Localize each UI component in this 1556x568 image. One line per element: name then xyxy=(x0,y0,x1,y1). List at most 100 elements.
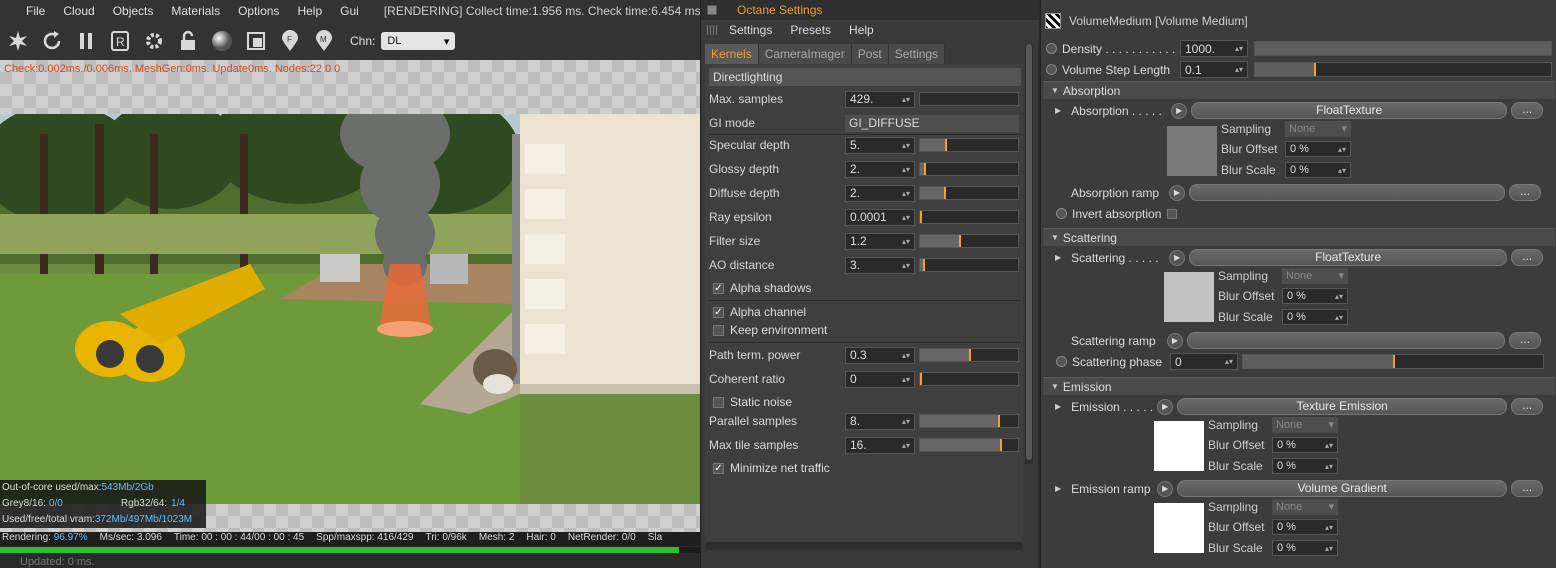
absorption-texture-button[interactable]: FloatTexture xyxy=(1191,102,1508,119)
animate-radio[interactable] xyxy=(1056,356,1067,367)
density-input[interactable]: 1000. ▴▾ xyxy=(1180,40,1248,57)
static-noise-checkbox[interactable]: Static noise xyxy=(713,395,792,409)
texture-menu-icon[interactable]: ▶ xyxy=(1157,398,1174,415)
max-tile-slider[interactable] xyxy=(919,438,1019,452)
specular-depth-input[interactable]: 5. ▴▾ xyxy=(845,136,915,154)
density-slider[interactable] xyxy=(1254,41,1552,56)
stepper-icon[interactable]: ▴▾ xyxy=(1325,544,1333,553)
stepper-icon[interactable]: ▴▾ xyxy=(1338,166,1346,175)
lock-icon[interactable] xyxy=(174,27,202,55)
max-samples-slider[interactable] xyxy=(919,92,1019,106)
blur-offset-input[interactable]: 0 % ▴▾ xyxy=(1285,141,1351,157)
sampling-select[interactable]: None ▾ xyxy=(1285,121,1351,137)
ray-epsilon-slider[interactable] xyxy=(919,210,1019,224)
blur-offset-input[interactable]: 0 % ▴▾ xyxy=(1282,288,1348,304)
stepper-icon[interactable]: ▴▾ xyxy=(902,351,910,360)
glossy-depth-input[interactable]: 2. ▴▾ xyxy=(845,160,915,178)
stepper-icon[interactable]: ▴▾ xyxy=(1335,292,1343,301)
diffuse-depth-slider[interactable] xyxy=(919,186,1019,200)
alpha-channel-checkbox[interactable]: ✓ Alpha channel xyxy=(713,305,806,319)
tab-kernels[interactable]: Kernels xyxy=(705,44,759,64)
ao-distance-input[interactable]: 3. ▴▾ xyxy=(845,256,915,274)
stepper-icon[interactable]: ▴▾ xyxy=(902,237,910,246)
emission-group-header[interactable]: ▼ Emission xyxy=(1043,377,1555,395)
stepper-icon[interactable]: ▴▾ xyxy=(902,189,910,198)
stepper-icon[interactable]: ▴▾ xyxy=(902,165,910,174)
specular-depth-slider[interactable] xyxy=(919,138,1019,152)
filter-size-input[interactable]: 1.2 ▴▾ xyxy=(845,232,915,250)
channel-select[interactable]: DL ▾ xyxy=(381,32,456,50)
absorption-ramp-button[interactable] xyxy=(1189,184,1505,201)
menu-options[interactable]: Options xyxy=(229,0,288,22)
animate-radio[interactable] xyxy=(1046,43,1057,54)
menu-help[interactable]: Help xyxy=(288,0,331,22)
material-pick-icon[interactable]: M xyxy=(310,27,338,55)
emission-ramp-button[interactable]: Volume Gradient xyxy=(1177,480,1508,497)
stepper-icon[interactable]: ▴▾ xyxy=(902,141,910,150)
stepper-icon[interactable]: ▴▾ xyxy=(1335,313,1343,322)
tab-cameraimager[interactable]: CameraImager xyxy=(758,44,852,64)
coherent-ratio-input[interactable]: 0 ▴▾ xyxy=(845,370,915,388)
expand-triangle-icon[interactable]: ▶ xyxy=(1055,253,1061,262)
octane-menu-presets[interactable]: Presets xyxy=(790,23,831,37)
scattering-ramp-more-button[interactable]: ... xyxy=(1509,332,1541,349)
stepper-icon[interactable]: ▴▾ xyxy=(1225,357,1233,366)
window-close-icon[interactable] xyxy=(707,5,717,15)
menu-gui[interactable]: Gui xyxy=(331,0,368,22)
diffuse-depth-input[interactable]: 2. ▴▾ xyxy=(845,184,915,202)
scattering-texture-button[interactable]: FloatTexture xyxy=(1189,249,1508,266)
menu-objects[interactable]: Objects xyxy=(104,0,163,22)
menu-materials[interactable]: Materials xyxy=(162,0,229,22)
glossy-depth-slider[interactable] xyxy=(919,162,1019,176)
absorption-swatch[interactable] xyxy=(1167,126,1217,176)
blur-scale-input[interactable]: 0 % ▴▾ xyxy=(1272,458,1338,474)
octane-logo-icon[interactable] xyxy=(4,27,32,55)
animate-radio[interactable] xyxy=(1046,64,1057,75)
settings-gear-icon[interactable] xyxy=(140,27,168,55)
blur-scale-input[interactable]: 0 % ▴▾ xyxy=(1282,309,1348,325)
gi-mode-select[interactable]: GI_DIFFUSE xyxy=(845,114,1019,132)
kernel-type-header[interactable]: Directlighting xyxy=(709,68,1021,86)
minimize-net-traffic-checkbox[interactable]: ✓ Minimize net traffic xyxy=(713,461,830,475)
stepper-icon[interactable]: ▴▾ xyxy=(1235,65,1243,74)
pause-icon[interactable] xyxy=(72,27,100,55)
keep-environment-checkbox[interactable]: Keep environment xyxy=(713,323,827,337)
alpha-shadows-checkbox[interactable]: ✓ Alpha shadows xyxy=(713,281,811,295)
max-tile-input[interactable]: 16. ▴▾ xyxy=(845,436,915,454)
texture-menu-icon[interactable]: ▶ xyxy=(1169,249,1186,266)
stepper-icon[interactable]: ▴▾ xyxy=(1338,145,1346,154)
region-icon[interactable]: R xyxy=(106,27,134,55)
sampling-select[interactable]: None ▾ xyxy=(1272,499,1338,515)
blur-scale-input[interactable]: 0 % ▴▾ xyxy=(1272,540,1338,556)
stepper-icon[interactable]: ▴▾ xyxy=(902,375,910,384)
scattering-ramp-button[interactable] xyxy=(1187,332,1505,349)
scattering-swatch[interactable] xyxy=(1164,272,1214,322)
sampling-select[interactable]: None ▾ xyxy=(1282,268,1348,284)
refresh-icon[interactable] xyxy=(38,27,66,55)
emission-more-button[interactable]: ... xyxy=(1511,398,1544,415)
stepper-icon[interactable]: ▴▾ xyxy=(1325,523,1333,532)
parallel-samples-slider[interactable] xyxy=(919,414,1019,428)
stepper-icon[interactable]: ▴▾ xyxy=(1235,44,1243,53)
parallel-samples-input[interactable]: 8. ▴▾ xyxy=(845,412,915,430)
volume-step-slider[interactable] xyxy=(1254,62,1552,77)
clay-mode-icon[interactable] xyxy=(242,27,270,55)
expand-triangle-icon[interactable]: ▶ xyxy=(1055,106,1061,115)
scattering-more-button[interactable]: ... xyxy=(1511,249,1544,266)
stepper-icon[interactable]: ▴▾ xyxy=(902,213,910,222)
animate-radio[interactable] xyxy=(1056,208,1067,219)
tab-settings[interactable]: Settings xyxy=(888,44,946,64)
max-samples-input[interactable]: 429. ▴▾ xyxy=(845,90,915,108)
octane-menu-help[interactable]: Help xyxy=(849,23,874,37)
sampling-select[interactable]: None ▾ xyxy=(1272,417,1338,433)
blur-scale-input[interactable]: 0 % ▴▾ xyxy=(1285,162,1351,178)
volume-step-input[interactable]: 0.1 ▴▾ xyxy=(1180,61,1248,78)
emission-ramp-more-button[interactable]: ... xyxy=(1511,480,1544,497)
path-term-input[interactable]: 0.3 ▴▾ xyxy=(845,346,915,364)
stepper-icon[interactable]: ▴▾ xyxy=(902,261,910,270)
blur-offset-input[interactable]: 0 % ▴▾ xyxy=(1272,437,1338,453)
stepper-icon[interactable]: ▴▾ xyxy=(1325,441,1333,450)
menu-file[interactable]: File xyxy=(0,0,54,22)
expand-triangle-icon[interactable]: ▶ xyxy=(1055,484,1061,493)
horizontal-scrollbar[interactable] xyxy=(705,542,1023,550)
